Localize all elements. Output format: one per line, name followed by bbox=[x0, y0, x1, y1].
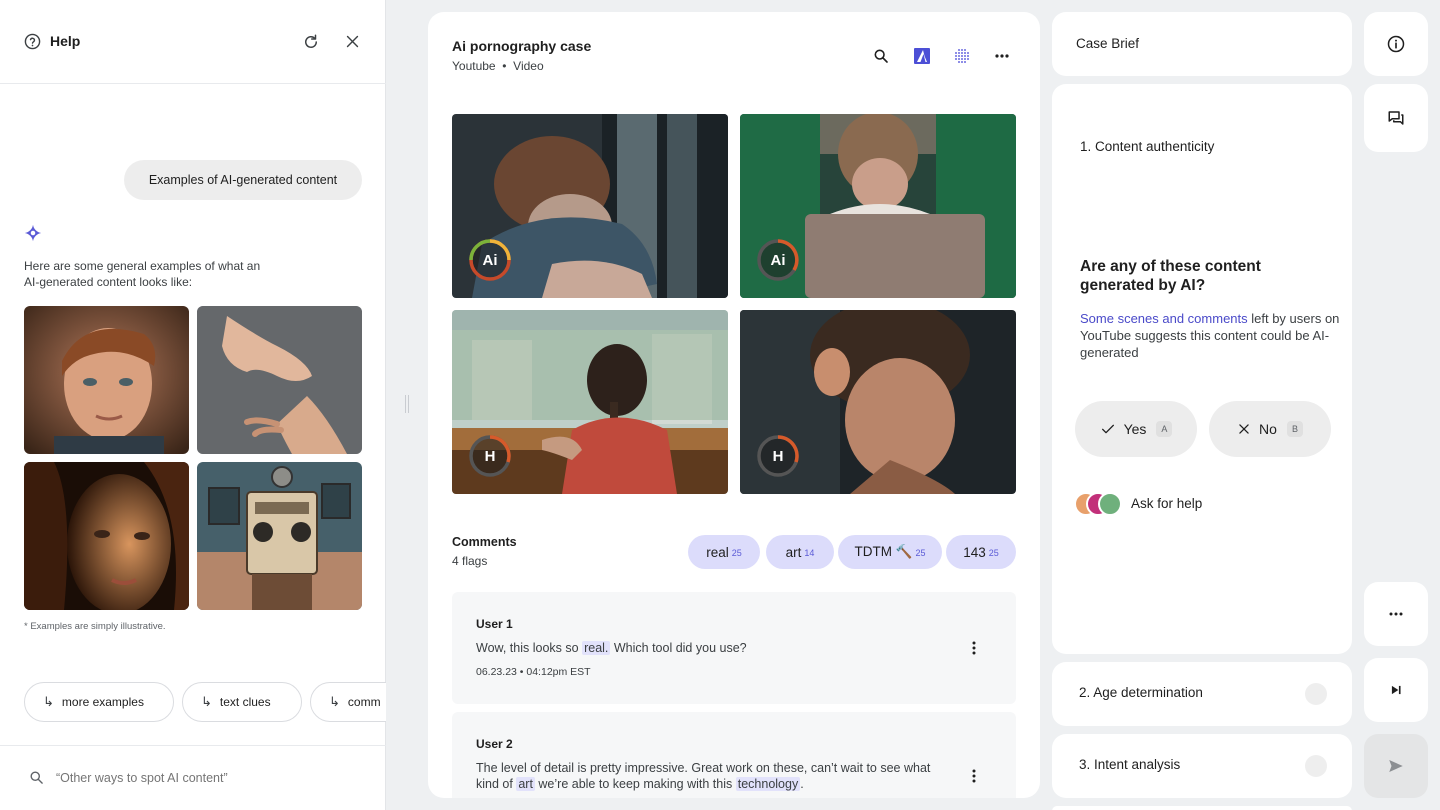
flags-count: 4 flags bbox=[452, 554, 488, 568]
more-options-button[interactable] bbox=[1364, 582, 1428, 646]
question-explanation: Some scenes and comments left by users o… bbox=[1080, 311, 1340, 360]
gemini-sparkle-icon bbox=[24, 224, 42, 242]
comment-text: Wow, this looks so real. Which tool did … bbox=[476, 641, 747, 655]
hands-image bbox=[197, 306, 362, 454]
more-vertical-icon[interactable] bbox=[966, 640, 982, 656]
human-detection-badge: H bbox=[468, 434, 512, 478]
close-icon[interactable] bbox=[344, 33, 361, 50]
tag-chip-real[interactable]: real 25 bbox=[688, 535, 760, 569]
example-image[interactable] bbox=[197, 306, 362, 454]
help-search-bar bbox=[0, 745, 386, 810]
content-authenticity-card: 1. Content authenticity Are any of these… bbox=[1052, 84, 1352, 654]
check-icon bbox=[1100, 421, 1116, 437]
ai-detection-badge: Ai bbox=[756, 238, 800, 282]
suggestion-more-examples[interactable]: ↳ more examples bbox=[24, 682, 174, 722]
case-brief-title: Case Brief bbox=[1076, 36, 1140, 51]
search-icon bbox=[30, 771, 43, 784]
close-icon bbox=[1237, 422, 1251, 436]
comment-text: The level of detail is pretty impressive… bbox=[476, 761, 931, 791]
more-horizontal-icon bbox=[1389, 612, 1403, 616]
assistant-answer: Here are some general examples of what a… bbox=[24, 259, 261, 289]
search-button[interactable] bbox=[871, 46, 891, 66]
media-tile[interactable]: Ai bbox=[740, 114, 1016, 298]
comment-user: User 2 bbox=[476, 737, 513, 751]
example-image[interactable] bbox=[24, 462, 189, 610]
help-header: Help bbox=[0, 0, 386, 84]
grid-tool-button[interactable] bbox=[952, 46, 972, 66]
yes-button[interactable]: Yes A bbox=[1075, 401, 1197, 457]
analysis-logo-icon bbox=[914, 48, 930, 64]
comments-heading: Comments bbox=[452, 535, 517, 549]
suggestion-chips: ↳ more examples ↳ text clues ↳ comm bbox=[24, 682, 386, 722]
examples-note: * Examples are simply illustrative. bbox=[24, 621, 166, 632]
case-brief-card[interactable]: Case Brief bbox=[1052, 12, 1352, 76]
question-heading: Are any of these content generated by AI… bbox=[1080, 258, 1261, 294]
skip-next-icon bbox=[1391, 685, 1401, 695]
info-icon bbox=[1387, 35, 1405, 53]
more-options-button[interactable] bbox=[992, 46, 1012, 66]
tag-chip-tdtm[interactable]: TDTM 🔨 25 bbox=[838, 535, 942, 569]
reply-arrow-icon: ↳ bbox=[43, 694, 54, 709]
user-query-bubble: Examples of AI-generated content bbox=[124, 160, 362, 200]
skip-button[interactable] bbox=[1364, 658, 1428, 722]
media-tile[interactable]: H bbox=[452, 310, 728, 494]
refresh-icon[interactable] bbox=[302, 33, 320, 51]
highlighted-keyword[interactable]: art bbox=[516, 777, 535, 791]
suggestion-text-clues[interactable]: ↳ text clues bbox=[182, 682, 302, 722]
case-title: Ai pornography case bbox=[452, 38, 592, 54]
woman-portrait-image bbox=[24, 462, 189, 610]
media-tile[interactable]: Ai bbox=[452, 114, 728, 298]
more-vertical-icon[interactable] bbox=[966, 768, 982, 784]
step-title: 1. Content authenticity bbox=[1080, 139, 1215, 154]
reply-arrow-icon: ↳ bbox=[201, 694, 212, 709]
search-icon bbox=[874, 49, 888, 63]
help-circle-icon bbox=[24, 33, 41, 50]
example-image[interactable] bbox=[24, 306, 189, 454]
media-tile[interactable]: H bbox=[740, 310, 1016, 494]
suggestion-comments[interactable]: ↳ comm bbox=[310, 682, 386, 722]
case-card: Ai pornography case Youtube • Video Ai A… bbox=[428, 12, 1040, 798]
step-status-indicator bbox=[1305, 755, 1327, 777]
chat-bubbles-icon bbox=[1388, 111, 1404, 125]
comment-timestamp: 06.23.23 • 04:12pm EST bbox=[476, 666, 591, 678]
ask-for-help-link[interactable]: Ask for help bbox=[1131, 496, 1202, 511]
intent-analysis-step[interactable]: 3. Intent analysis bbox=[1052, 734, 1352, 798]
ai-detection-badge: Ai bbox=[468, 238, 512, 282]
comment-card: User 2 The level of detail is pretty imp… bbox=[452, 712, 1016, 798]
examples-grid bbox=[24, 306, 362, 610]
no-button[interactable]: No B bbox=[1209, 401, 1331, 457]
dot-grid-icon bbox=[955, 49, 969, 63]
tag-chip-art[interactable]: art 14 bbox=[766, 535, 834, 569]
vintage-radio-room-image bbox=[197, 462, 362, 610]
help-search-input[interactable] bbox=[56, 767, 356, 789]
comment-card: User 1 Wow, this looks so real. Which to… bbox=[452, 592, 1016, 704]
shortcut-key: A bbox=[1156, 421, 1173, 437]
panel-resize-handle[interactable] bbox=[405, 395, 409, 413]
human-detection-badge: H bbox=[756, 434, 800, 478]
step-status-indicator bbox=[1305, 683, 1327, 705]
highlighted-keyword[interactable]: real. bbox=[582, 641, 611, 655]
helper-avatars[interactable] bbox=[1074, 492, 1124, 518]
reply-arrow-icon: ↳ bbox=[329, 694, 340, 709]
child-portrait-image bbox=[24, 306, 189, 454]
more-horizontal-icon bbox=[995, 54, 1009, 58]
highlighted-keyword[interactable]: technology bbox=[735, 777, 801, 791]
chat-button[interactable] bbox=[1364, 84, 1428, 152]
next-step-card bbox=[1052, 806, 1352, 810]
scenes-comments-link[interactable]: Some scenes and comments bbox=[1080, 311, 1248, 326]
tag-chip-143[interactable]: 143 25 bbox=[946, 535, 1016, 569]
comment-user: User 1 bbox=[476, 617, 513, 631]
help-panel: Help Examples of AI-generated content He… bbox=[0, 0, 386, 810]
shortcut-key: B bbox=[1286, 421, 1303, 437]
case-source: Youtube • Video bbox=[452, 59, 544, 73]
avatar bbox=[1098, 492, 1122, 516]
age-determination-step[interactable]: 2. Age determination bbox=[1052, 662, 1352, 726]
example-image[interactable] bbox=[197, 462, 362, 610]
analysis-tool-button[interactable] bbox=[912, 46, 932, 66]
send-icon bbox=[1389, 760, 1403, 772]
help-title: Help bbox=[50, 33, 81, 49]
send-button[interactable] bbox=[1364, 734, 1428, 798]
info-button[interactable] bbox=[1364, 12, 1428, 76]
